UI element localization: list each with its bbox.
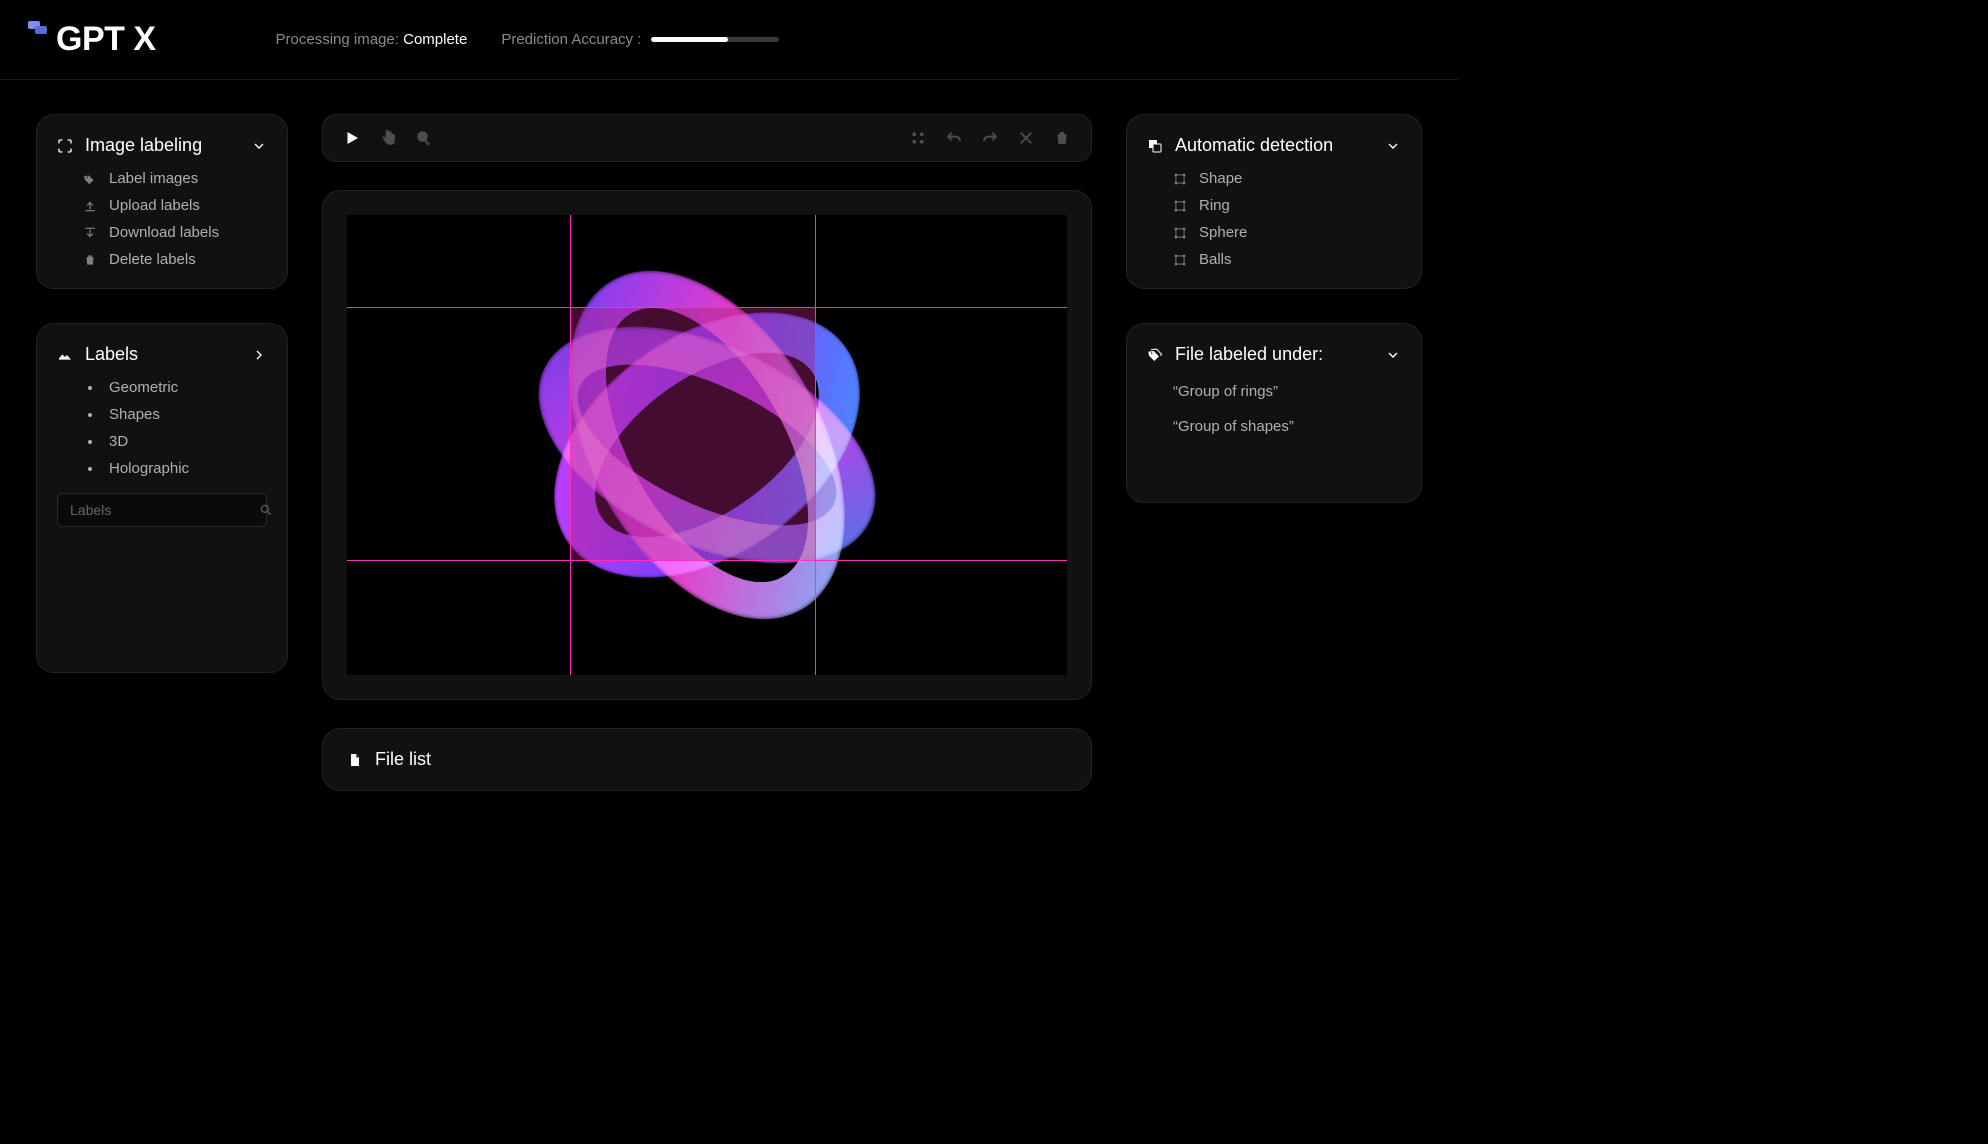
trash-button[interactable] [1053, 129, 1071, 147]
detection-list: Shape Ring Sphere Balls [1147, 170, 1401, 268]
label-item-shapes[interactable]: Shapes [83, 406, 267, 423]
processing-status: Processing image: Complete [276, 31, 468, 48]
grid-button[interactable] [909, 129, 927, 147]
sidebar-left: Image labeling Label images Upl [36, 114, 288, 816]
labeled-item-shapes[interactable]: “Group of shapes” [1173, 414, 1401, 439]
label-item-geometric[interactable]: Geometric [83, 379, 267, 396]
chevron-down-icon[interactable] [251, 138, 267, 154]
auto-detection-header[interactable]: Automatic detection [1147, 135, 1401, 156]
redo-button[interactable] [981, 129, 999, 147]
search-icon [259, 503, 273, 517]
image-icon [57, 347, 73, 363]
file-list-header[interactable]: File list [347, 749, 1067, 770]
brand-name: GPT X [56, 20, 156, 59]
undo-button[interactable] [945, 129, 963, 147]
guide-vertical-2 [815, 215, 816, 675]
logo-icon [28, 21, 48, 41]
chevron-down-icon[interactable] [1385, 138, 1401, 154]
header: GPT X Processing image: Complete Predict… [0, 0, 1458, 80]
upload-labels-item[interactable]: Upload labels [83, 197, 267, 214]
file-icon [347, 752, 363, 768]
zoom-button[interactable] [415, 129, 433, 147]
auto-detection-title: Automatic detection [1175, 135, 1333, 156]
canvas-panel [322, 190, 1092, 700]
label-item-holographic[interactable]: Holographic [83, 460, 267, 477]
tags-icon [83, 172, 97, 186]
labels-list: Geometric Shapes 3D Holographic [57, 379, 267, 477]
toolbar-left [343, 129, 433, 147]
guide-horizontal-2 [347, 560, 1067, 561]
image-labeling-title: Image labeling [85, 135, 202, 156]
status-group: Processing image: Complete Prediction Ac… [276, 31, 780, 48]
canvas-toolbar [322, 114, 1092, 162]
download-labels-item[interactable]: Download labels [83, 224, 267, 241]
labels-title: Labels [85, 344, 138, 365]
hand-button[interactable] [379, 129, 397, 147]
image-labeling-header[interactable]: Image labeling [57, 135, 267, 156]
close-button[interactable] [1017, 129, 1035, 147]
detection-balls[interactable]: Balls [1173, 251, 1401, 268]
main-content: File list [322, 114, 1092, 816]
chevron-right-icon[interactable] [251, 347, 267, 363]
labels-search-input[interactable] [70, 502, 251, 518]
play-button[interactable] [343, 129, 361, 147]
auto-detection-panel: Automatic detection Shape Ring Sphere [1126, 114, 1422, 289]
bounding-box-icon [1173, 199, 1187, 213]
guide-vertical-1 [570, 215, 571, 675]
label-item-3d[interactable]: 3D [83, 433, 267, 450]
sidebar-right: Automatic detection Shape Ring Sphere [1126, 114, 1422, 816]
accuracy-progress [651, 37, 779, 42]
trash-icon [83, 253, 97, 267]
detection-shape[interactable]: Shape [1173, 170, 1401, 187]
guide-horizontal-1 [347, 307, 1067, 308]
labels-search[interactable] [57, 493, 267, 527]
upload-icon [83, 199, 97, 213]
brand-logo: GPT X [28, 20, 156, 59]
image-labeling-panel: Image labeling Label images Upl [36, 114, 288, 289]
download-icon [83, 226, 97, 240]
labels-panel: Labels Geometric Shapes 3D Holographic [36, 323, 288, 673]
canvas-image [347, 215, 1067, 675]
label-images-item[interactable]: Label images [83, 170, 267, 187]
file-labeled-list: “Group of rings” “Group of shapes” [1147, 379, 1401, 439]
image-labeling-list: Label images Upload labels Download labe… [57, 170, 267, 268]
labeled-item-rings[interactable]: “Group of rings” [1173, 379, 1401, 404]
file-labeled-header[interactable]: File labeled under: [1147, 344, 1401, 365]
bounding-box-icon [1173, 172, 1187, 186]
bounding-box-icon [1173, 253, 1187, 267]
file-labeled-title: File labeled under: [1175, 344, 1323, 365]
canvas[interactable] [347, 215, 1067, 675]
tags-icon [1147, 347, 1163, 363]
bounding-box-icon [1173, 226, 1187, 240]
detection-sphere[interactable]: Sphere [1173, 224, 1401, 241]
detection-ring[interactable]: Ring [1173, 197, 1401, 214]
delete-labels-item[interactable]: Delete labels [83, 251, 267, 268]
file-list-title: File list [375, 749, 431, 770]
toolbar-right [909, 129, 1071, 147]
frame-icon [57, 138, 73, 154]
file-labeled-panel: File labeled under: “Group of rings” “Gr… [1126, 323, 1422, 503]
chevron-down-icon[interactable] [1385, 347, 1401, 363]
prediction-accuracy: Prediction Accuracy : [501, 31, 779, 48]
main-layout: Image labeling Label images Upl [0, 80, 1458, 850]
labels-header[interactable]: Labels [57, 344, 267, 365]
layers-icon [1147, 138, 1163, 154]
file-list-panel: File list [322, 728, 1092, 791]
